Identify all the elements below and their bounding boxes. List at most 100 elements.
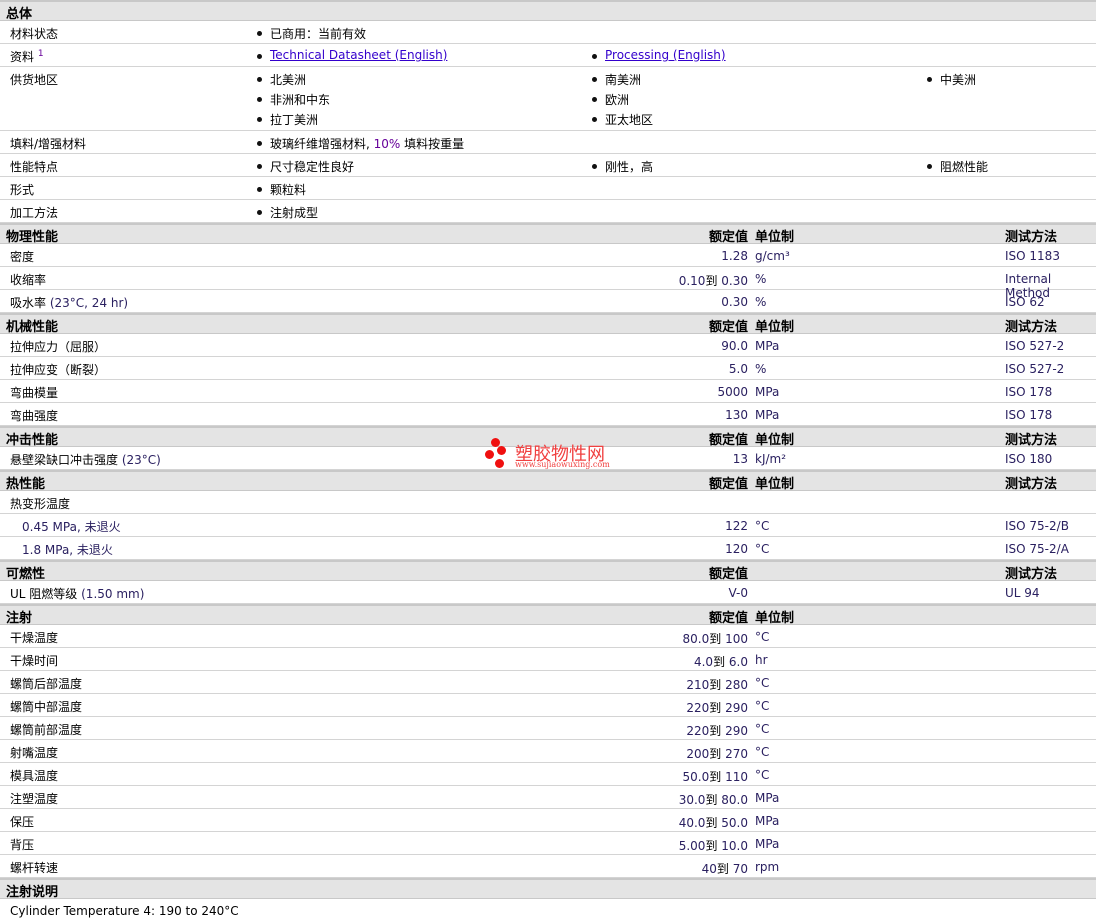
- property-unit: MPa: [755, 837, 780, 851]
- property-value: 5.0: [729, 362, 748, 376]
- property-value: 220到 290: [686, 722, 748, 739]
- notes-section: 注射说明 Cylinder Temperature 4: 190 to 240°…: [0, 878, 1096, 923]
- general-section: 总体 材料状态 已商用：当前有效 资料 1 Technical Datasheet…: [0, 0, 1096, 223]
- value-number: 290: [725, 724, 748, 738]
- property-unit: MPa: [755, 385, 780, 399]
- property-name: 吸水率: [10, 296, 47, 310]
- property-label: UL 阻燃等级 (1.50 mm): [10, 585, 144, 602]
- property-label: 保压: [10, 813, 34, 830]
- property-unit: °C: [755, 745, 770, 759]
- property-value: 40.0到 50.0: [679, 814, 748, 831]
- test-method: ISO 75-2/B: [1005, 519, 1069, 533]
- section-header: 物理性能 额定值 单位制 测试方法: [0, 223, 1096, 245]
- test-method: ISO 527-2: [1005, 339, 1065, 353]
- section-title: 机械性能: [6, 320, 59, 335]
- value-number: 110: [725, 770, 748, 784]
- property-label: 弯曲模量: [10, 384, 58, 401]
- range-to-word: 到: [709, 678, 722, 692]
- processing-link[interactable]: Processing (English): [605, 48, 726, 62]
- header-unit: 单位制: [755, 433, 795, 448]
- range-from: 200: [686, 747, 710, 761]
- filler-value: 玻璃纤维增强材料, 10% 填料按重量: [256, 137, 465, 151]
- section-title: 注射: [6, 611, 33, 626]
- property-name: UL 阻燃等级: [10, 587, 78, 601]
- property-value: 5.00到 10.0: [679, 837, 748, 854]
- note-text: Cylinder Temperature 4: 190 to 240°C: [10, 904, 239, 918]
- property-name: 螺筒前部温度: [10, 723, 83, 737]
- range-from: 210: [686, 678, 710, 692]
- property-label: 吸水率 (23°C, 24 hr): [10, 294, 128, 311]
- property-label: 弯曲强度: [10, 407, 58, 424]
- range-to-word: 到: [709, 770, 722, 784]
- property-name: 螺筒中部温度: [10, 700, 83, 714]
- range-from: 0.10: [678, 274, 706, 288]
- value-number: 120: [725, 542, 748, 556]
- technical-datasheet-link[interactable]: Technical Datasheet (English): [270, 48, 447, 62]
- feature: 尺寸稳定性良好: [256, 160, 355, 174]
- property-value: 220到 290: [686, 699, 748, 716]
- property-value: 122: [725, 519, 748, 533]
- property-unit: kJ/m²: [755, 452, 787, 466]
- test-method: UL 94: [1005, 586, 1040, 600]
- filler-label: 填料/增强材料: [10, 137, 87, 151]
- property-value: 210到 280: [686, 676, 748, 693]
- property-unit: %: [755, 295, 767, 309]
- property-name: 弯曲模量: [10, 386, 59, 400]
- status-value: 已商用：当前有效: [256, 27, 367, 41]
- property-label: 悬壁梁缺口冲击强度 (23°C): [10, 451, 161, 468]
- property-condition: (23°C, 24 hr): [49, 296, 129, 310]
- value-number: 10.0: [721, 839, 748, 853]
- value-number: 122: [725, 519, 748, 533]
- property-row: 螺杆转速 40到 70 rpm: [0, 855, 1096, 878]
- section-header: 可燃性 额定值 测试方法: [0, 560, 1096, 582]
- status-label: 材料状态: [10, 27, 59, 41]
- property-row: 吸水率 (23°C, 24 hr) 0.30% ISO 62: [0, 290, 1096, 313]
- property-row: 螺筒后部温度 210到 280 °C: [0, 671, 1096, 694]
- process-value: 注射成型: [256, 206, 319, 220]
- property-name: 干燥温度: [10, 631, 59, 645]
- property-unit: MPa: [755, 814, 780, 828]
- property-label: 拉伸应变（断裂）: [10, 361, 106, 378]
- footnote-ref[interactable]: 1: [38, 49, 44, 59]
- property-name: 拉伸应变（断裂）: [10, 363, 107, 377]
- supply-region: 拉丁美洲: [256, 113, 319, 127]
- supply-label: 供货地区: [10, 73, 59, 87]
- property-row: 0.45 MPa, 未退火 122 °C ISO 75-2/B: [0, 514, 1096, 537]
- property-row: 密度 1.28 g/cm³ ISO 1183: [0, 244, 1096, 267]
- range-from: 50.0: [682, 770, 710, 784]
- property-label: 干燥温度: [10, 629, 58, 646]
- property-value: 1.28: [721, 249, 748, 263]
- property-row: 射嘴温度 200到 270 °C: [0, 740, 1096, 763]
- property-unit: °C: [755, 542, 770, 556]
- property-name: 保压: [10, 815, 35, 829]
- property-label: 射嘴温度: [10, 744, 58, 761]
- docs-label: 资料 1: [10, 49, 44, 64]
- property-name: 干燥时间: [10, 654, 59, 668]
- value-number: 270: [725, 747, 748, 761]
- supply-region: 非洲和中东: [256, 93, 331, 107]
- property-row: 1.8 MPa, 未退火 120 °C ISO 75-2/A: [0, 537, 1096, 560]
- property-unit: °C: [755, 699, 770, 713]
- property-value: 90.0: [721, 339, 748, 353]
- property-value: 4.0到 6.0: [694, 653, 748, 670]
- property-name: 射嘴温度: [10, 746, 59, 760]
- value-number: 0.30: [721, 295, 748, 309]
- property-row: 收缩率 0.10到 0.30% Internal Method: [0, 267, 1096, 300]
- value-number: 6.0: [728, 655, 748, 669]
- property-label: 密度: [10, 248, 34, 265]
- property-row: 干燥温度 80.0到 100 °C: [0, 625, 1096, 648]
- value-number: 130: [725, 408, 748, 422]
- property-unit: %: [755, 272, 767, 286]
- property-value: 120: [725, 542, 748, 556]
- range-to-word: 到: [709, 632, 722, 646]
- property-label: 螺筒中部温度: [10, 698, 82, 715]
- header-value: 额定值: [708, 230, 748, 245]
- range-from: 30.0: [678, 793, 706, 807]
- property-row: 热变形温度: [0, 491, 1096, 514]
- property-label: 模具温度: [10, 767, 58, 784]
- property-row: 悬壁梁缺口冲击强度 (23°C) 13 kJ/m² ISO 180: [0, 447, 1096, 470]
- property-label: 螺筒前部温度: [10, 721, 82, 738]
- section-title: 可燃性: [6, 567, 46, 582]
- property-unit: °C: [755, 722, 770, 736]
- property-value: 13: [733, 452, 748, 466]
